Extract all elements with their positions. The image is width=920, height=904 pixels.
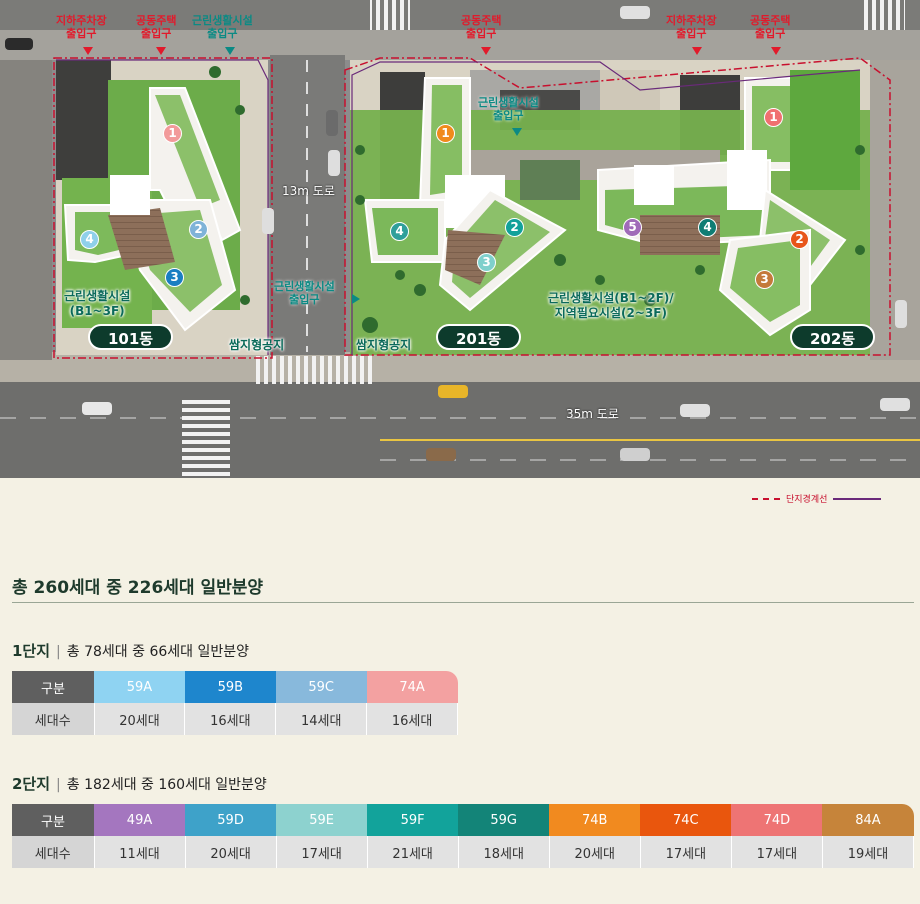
boundary-legend: 단지경계선 <box>752 492 882 505</box>
unit-marker: 3 <box>165 268 184 287</box>
entrance-marker <box>156 47 166 55</box>
shop-label-201: 근린생활시설(B1~2F)/ 지역필요시설(2~3F) <box>548 291 674 320</box>
unit-count-59d: 20세대 <box>185 836 277 868</box>
unit-marker: 1 <box>764 108 783 127</box>
unit-type-74c: 74C <box>640 804 732 836</box>
building-label-101: 101동 <box>88 324 174 350</box>
unit-count-74d: 17세대 <box>731 836 823 868</box>
entrance-marker <box>771 47 781 55</box>
entrance-marker <box>352 294 360 304</box>
entrance-marker <box>225 47 235 55</box>
entrance-label-housing-1: 공동주택 출입구 <box>136 14 177 40</box>
unit-marker: 1 <box>163 124 182 143</box>
entrance-marker <box>481 47 491 55</box>
road-label-35m: 35m 도로 <box>566 407 619 421</box>
row-label: 세대수 <box>12 836 95 868</box>
unit-marker: 2 <box>189 220 208 239</box>
divider <box>12 602 914 603</box>
complex2-title: 2단지 | 총 182세대 중 160세대 일반분양 <box>12 775 267 793</box>
unit-type-59f: 59F <box>367 804 459 836</box>
entrance-label-shop-inner: 근린생활시설 출입구 <box>478 96 539 122</box>
unit-marker: 4 <box>390 222 409 241</box>
unit-count-59b: 16세대 <box>184 703 277 735</box>
unit-marker: 2 <box>505 218 524 237</box>
complex1-title: 1단지 | 총 78세대 중 66세대 일반분양 <box>12 642 249 660</box>
entrance-label-parking-2: 지하주차장 출입구 <box>666 14 717 40</box>
header-label: 구분 <box>12 804 94 836</box>
unit-type-59g: 59G <box>458 804 550 836</box>
road-label-13m: 13m 도로 <box>282 184 335 198</box>
shop-label-101: 근린생활시설 (B1~3F) <box>64 289 131 318</box>
unit-type-84a: 84A <box>822 804 914 836</box>
summary-title: 총 260세대 중 226세대 일반분양 <box>12 578 264 598</box>
boundary-line-swatch-purple <box>833 497 882 500</box>
unit-marker: 4 <box>80 230 99 249</box>
table-header-row: 구분 59A 59B 59C 74A <box>12 671 458 703</box>
site-plan-map: 지하주차장 출입구 공동주택 출입구 근린생활시설 출입구 공동주택 출입구 지… <box>0 0 920 478</box>
entrance-label-parking-1: 지하주차장 출입구 <box>56 14 107 40</box>
table-value-row: 세대수 20세대 16세대 14세대 16세대 <box>12 703 458 735</box>
unit-type-59d: 59D <box>185 804 277 836</box>
complex1-desc: 총 78세대 중 66세대 일반분양 <box>66 644 249 660</box>
entrance-marker <box>512 128 522 136</box>
unit-marker: 2 <box>790 230 809 249</box>
unit-marker: 1 <box>436 124 455 143</box>
header-label: 구분 <box>12 671 94 703</box>
unit-marker: 4 <box>698 218 717 237</box>
unit-type-59a: 59A <box>94 671 185 703</box>
unit-count-84a: 19세대 <box>822 836 915 868</box>
entrance-marker <box>692 47 702 55</box>
boundary-line-swatch <box>752 497 780 500</box>
site-plan-graphic <box>0 0 920 478</box>
building-label-202: 202동 <box>790 324 876 350</box>
unit-count-59c: 14세대 <box>275 703 368 735</box>
pocket-park-label-1: 쌈지형공지 <box>229 338 285 352</box>
complex1-name: 1단지 <box>12 642 51 660</box>
complex2-desc: 총 182세대 중 160세대 일반분양 <box>66 777 267 793</box>
unit-type-74a: 74A <box>366 671 458 703</box>
unit-count-49a: 11세대 <box>94 836 186 868</box>
unit-marker: 3 <box>477 253 496 272</box>
unit-type-59b: 59B <box>184 671 276 703</box>
complex1-table: 구분 59A 59B 59C 74A 세대수 20세대 16세대 14세대 16세대 <box>12 671 458 735</box>
entrance-label-housing-2: 공동주택 출입구 <box>461 14 502 40</box>
unit-marker: 3 <box>755 270 774 289</box>
unit-type-59e: 59E <box>276 804 368 836</box>
entrance-label-shop-1: 근린생활시설 출입구 <box>192 14 253 40</box>
unit-count-59g: 18세대 <box>458 836 550 868</box>
entrance-label-housing-3: 공동주택 출입구 <box>750 14 791 40</box>
table-header-row: 구분 49A 59D 59E 59F 59G 74B 74C 74D 84A <box>12 804 914 836</box>
unit-type-74d: 74D <box>731 804 823 836</box>
unit-type-59c: 59C <box>275 671 367 703</box>
unit-type-74b: 74B <box>549 804 641 836</box>
boundary-legend-label: 단지경계선 <box>786 495 828 505</box>
entrance-marker <box>83 47 93 55</box>
complex2-table: 구분 49A 59D 59E 59F 59G 74B 74C 74D 84A 세대수 11세대 2… <box>12 804 915 868</box>
row-label: 세대수 <box>12 703 95 735</box>
complex2-name: 2단지 <box>12 775 51 793</box>
unit-count-59a: 20세대 <box>94 703 186 735</box>
unit-count-59f: 21세대 <box>367 836 459 868</box>
unit-type-49a: 49A <box>94 804 186 836</box>
table-value-row: 세대수 11세대 20세대 17세대 21세대 18세대 20세대 17세대 17세대 19세대 <box>12 836 915 868</box>
unit-count-74b: 20세대 <box>549 836 641 868</box>
unit-marker: 5 <box>623 218 642 237</box>
entrance-label-shop-side: 근린생활시설 출입구 <box>274 280 335 306</box>
unit-count-59e: 17세대 <box>276 836 368 868</box>
pocket-park-label-2: 쌈지형공지 <box>356 338 412 352</box>
building-label-201: 201동 <box>436 324 522 350</box>
unit-count-74c: 17세대 <box>640 836 732 868</box>
unit-count-74a: 16세대 <box>366 703 458 735</box>
